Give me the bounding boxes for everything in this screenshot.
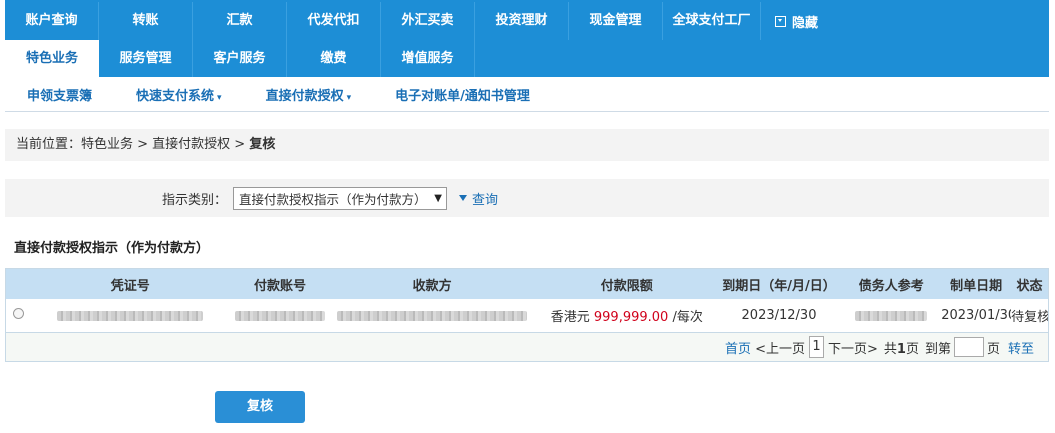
instruction-type-select[interactable]: 直接付款授权指示（作为付款方） ▼ xyxy=(233,186,447,210)
redacted-block xyxy=(855,310,928,321)
cell-due-date: 2023/12/30 xyxy=(741,308,817,323)
query-button[interactable]: 查询 xyxy=(459,189,498,208)
nav-value-added[interactable]: 增值服务 xyxy=(381,40,475,78)
subnav-cheque-book[interactable]: 申领支票簿 xyxy=(27,85,92,104)
subnav-direct-debit[interactable]: 直接付款授权 ▾ xyxy=(266,85,352,104)
breadcrumb-current: 复核 xyxy=(249,137,276,152)
pager-current-page[interactable]: 1 xyxy=(808,336,824,358)
header-due-date: 到期日（年/月/日） xyxy=(722,278,836,294)
nav-hide-label: 隐藏 xyxy=(792,15,819,31)
cell-created-date: 2023/01/30 xyxy=(941,308,1012,323)
nav-special-business[interactable]: 特色业务 xyxy=(5,40,99,78)
header-debtor-ref: 债务人参考 xyxy=(858,278,924,294)
sub-nav: 申领支票簿 快速支付系统 ▾ 直接付款授权 ▾ 电子对账单/通知书管理 xyxy=(5,77,1049,112)
subnav-e-statement[interactable]: 电子对账单/通知书管理 xyxy=(395,85,530,104)
nav-fx[interactable]: 外汇买卖 xyxy=(381,2,475,40)
header-payee: 收款方 xyxy=(412,278,452,294)
nav-hide-toggle[interactable]: 隐藏 xyxy=(761,2,818,40)
limit-amount: 999,999.00 xyxy=(593,310,669,325)
nav-bill-payment[interactable]: 缴费 xyxy=(287,40,381,78)
nav-service-management[interactable]: 服务管理 xyxy=(99,40,193,78)
header-pay-account: 付款账号 xyxy=(253,278,306,294)
main-nav: 账户查询 转账 汇款 代发代扣 外汇买卖 投资理财 现金管理 全球支付工厂 隐藏… xyxy=(5,0,1049,78)
nav-payroll[interactable]: 代发代扣 xyxy=(287,2,381,40)
nav-cash-management[interactable]: 现金管理 xyxy=(569,2,663,40)
subnav-fps[interactable]: 快速支付系统 ▾ xyxy=(136,85,222,104)
subnav-direct-debit-label: 直接付款授权 xyxy=(265,88,344,104)
cell-debtor-ref xyxy=(841,308,941,323)
redacted-block xyxy=(57,310,204,321)
cell-voucher-no xyxy=(28,308,233,323)
collapse-icon xyxy=(775,15,786,27)
pager-goto-prefix: 到第 xyxy=(924,341,951,357)
pager-first[interactable]: 首页 xyxy=(725,338,751,357)
instruction-type-value: 直接付款授权指示（作为付款方） xyxy=(239,191,427,207)
cell-payee xyxy=(327,308,537,323)
chevron-down-icon: ▾ xyxy=(217,92,222,103)
pager-goto-input[interactable] xyxy=(953,337,984,357)
cell-limit: 香港元 999,999.00 /每次 xyxy=(537,306,717,325)
instruction-table: 凭证号 付款账号 收款方 付款限额 到期日（年/月/日） 债务人参考 制单日期 … xyxy=(5,268,1049,362)
pager-next[interactable]: 下一页> xyxy=(828,338,878,357)
pagination: 首页 <上一页 1 下一页> 共1页 到第 页 转至 xyxy=(6,333,1048,361)
pager-total-prefix: 共 xyxy=(883,341,897,357)
nav-transfer[interactable]: 转账 xyxy=(99,2,193,40)
nav-customer-service[interactable]: 客户服务 xyxy=(193,40,287,78)
pager-total-pages: 1 xyxy=(896,341,906,357)
pager-goto-suffix: 页 xyxy=(986,341,1000,357)
breadcrumb: 当前位置：特色业务 > 直接付款授权 > 复核 xyxy=(5,129,1049,161)
header-created-date: 制单日期 xyxy=(950,278,1003,294)
filter-icon xyxy=(459,195,467,201)
pager-total-suffix: 页 xyxy=(905,341,919,357)
review-button[interactable]: 复核 xyxy=(215,391,305,423)
nav-row-primary: 账户查询 转账 汇款 代发代扣 外汇买卖 投资理财 现金管理 全球支付工厂 隐藏 xyxy=(5,2,818,40)
nav-account-query[interactable]: 账户查询 xyxy=(5,2,99,40)
cell-status: 待复核 xyxy=(1011,310,1048,325)
query-label: 查询 xyxy=(472,192,499,208)
instruction-type-label: 指示类别： xyxy=(161,192,227,208)
cell-pay-account xyxy=(233,308,328,323)
header-voucher-no: 凭证号 xyxy=(110,278,150,294)
pager-goto-button[interactable]: 转至 xyxy=(1008,338,1034,357)
breadcrumb-path: 当前位置：特色业务 > 直接付款授权 > xyxy=(16,137,250,152)
dropdown-arrow-icon: ▼ xyxy=(434,192,442,204)
pager-prev[interactable]: <上一页 xyxy=(755,338,805,357)
pager-total: 共1页 xyxy=(884,338,919,357)
table-header: 凭证号 付款账号 收款方 付款限额 到期日（年/月/日） 债务人参考 制单日期 … xyxy=(6,269,1048,299)
chevron-down-icon: ▾ xyxy=(346,92,352,103)
limit-currency: 香港元 xyxy=(550,310,590,325)
filter-bar: 指示类别： 直接付款授权指示（作为付款方） ▼ 查询 xyxy=(5,179,1049,217)
limit-per: /每次 xyxy=(672,310,703,325)
header-limit: 付款限额 xyxy=(600,278,653,294)
radio-button[interactable] xyxy=(13,308,25,319)
redacted-block xyxy=(337,310,528,321)
nav-remittance[interactable]: 汇款 xyxy=(193,2,287,40)
subnav-fps-label: 快速支付系统 xyxy=(136,88,215,104)
nav-row-secondary: 特色业务 服务管理 客户服务 缴费 增值服务 xyxy=(5,40,475,78)
section-title: 直接付款授权指示（作为付款方） xyxy=(14,241,210,256)
nav-investment[interactable]: 投资理财 xyxy=(475,2,569,40)
nav-global-payment[interactable]: 全球支付工厂 xyxy=(663,2,761,40)
header-status: 状态 xyxy=(1016,278,1043,294)
redacted-block xyxy=(234,310,325,321)
row-select[interactable] xyxy=(6,308,28,323)
table-row[interactable]: 香港元 999,999.00 /每次 2023/12/30 2023/01/30… xyxy=(6,299,1048,333)
